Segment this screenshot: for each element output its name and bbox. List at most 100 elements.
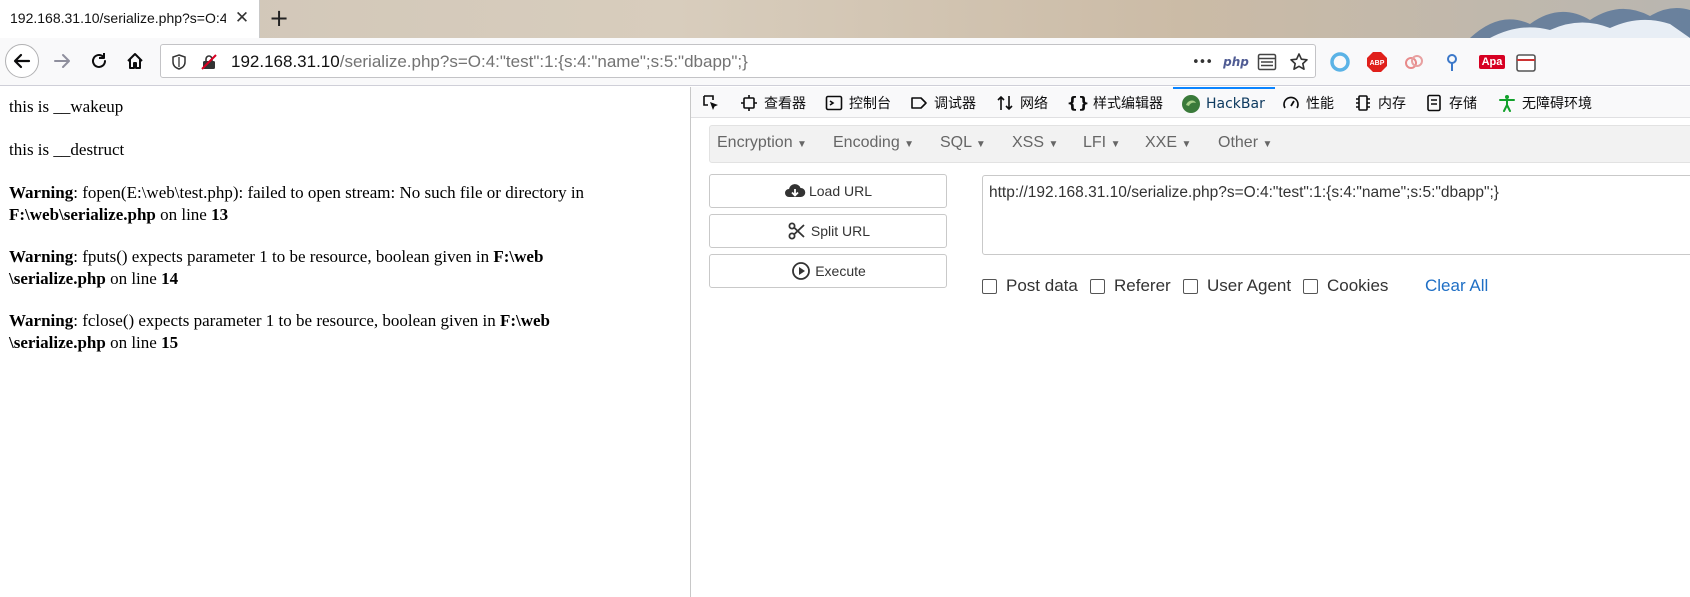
insecure-lock-icon[interactable]: [199, 52, 219, 72]
devtools-tab-label: 控制台: [849, 95, 891, 112]
menu-label: XSS: [1012, 134, 1045, 151]
warning-file-name: \serialize.php: [9, 268, 106, 288]
new-tab-button[interactable]: +: [266, 6, 292, 32]
warning-file: F:\web\serialize.php: [9, 204, 156, 224]
rings-extension-icon[interactable]: [1402, 50, 1426, 74]
caret-down-icon: ▼: [1110, 139, 1121, 150]
theme-wave-decoration: [1470, 8, 1690, 38]
referer-label: Referer: [1114, 276, 1171, 295]
inspector-icon: [739, 93, 759, 113]
back-button[interactable]: [5, 44, 39, 78]
url-host: 192.168.31.10: [231, 52, 340, 71]
arrow-left-icon: [13, 53, 31, 69]
style-editor-icon: {}: [1066, 93, 1090, 112]
arrow-right-icon: [54, 54, 70, 68]
caret-down-icon: ▼: [975, 139, 986, 150]
home-button[interactable]: [118, 44, 152, 78]
hackbar-url-value: http://192.168.31.10/serialize.php?s=O:4…: [989, 184, 1499, 201]
warning-message: : fopen(E:\web\test.php): failed to open…: [73, 183, 585, 202]
devtools-tab-style-editor[interactable]: {} 样式编辑器: [1066, 87, 1163, 118]
cloud-download-icon: [784, 180, 806, 202]
url-text[interactable]: 192.168.31.10/serialize.php?s=O:4:"test"…: [231, 52, 748, 72]
devtools-tab-storage[interactable]: 存储: [1424, 87, 1477, 118]
url-path: /serialize.php?s=O:4:"test":1:{s:4:"name…: [339, 52, 748, 71]
php-icon[interactable]: php: [1223, 52, 1249, 72]
caret-down-icon: ▼: [1048, 139, 1059, 150]
post-data-checkbox[interactable]: Post data: [982, 275, 1078, 297]
browser-tab[interactable]: 192.168.31.10/serialize.php?s=O:4:"test"…: [0, 0, 260, 38]
warning-line-number: 13: [211, 204, 229, 224]
warning-file-dir: F:\web: [493, 247, 544, 266]
post-data-label: Post data: [1006, 276, 1078, 295]
home-icon: [127, 53, 143, 69]
load-url-button[interactable]: Load URL: [709, 174, 947, 208]
devtools-tab-label: 网络: [1020, 95, 1048, 112]
warning-message: : fclose() expects parameter 1 to be res…: [73, 311, 500, 330]
page-content: this is __wakeup this is __destruct Warn…: [0, 87, 690, 597]
devtools-tab-accessibility[interactable]: 无障碍环境: [1497, 87, 1592, 118]
shield-icon[interactable]: [169, 52, 189, 72]
apa-badge-icon[interactable]: Apa: [1475, 50, 1509, 74]
accessibility-icon: [1497, 93, 1517, 113]
bookmark-star-icon[interactable]: [1289, 52, 1309, 72]
circle-extension-icon[interactable]: [1328, 50, 1352, 74]
on-line-text: on line: [155, 204, 212, 224]
caret-down-icon: ▼: [1262, 139, 1273, 150]
reload-button[interactable]: [82, 44, 116, 78]
execute-button[interactable]: Execute: [709, 254, 947, 288]
scissors-icon: [786, 220, 808, 242]
apa-label: Apa: [1478, 55, 1506, 69]
devtools-tab-memory[interactable]: 内存: [1353, 87, 1406, 118]
menu-lfi[interactable]: LFI ▼: [1083, 134, 1120, 152]
devtools-panel: 查看器 控制台 调试器 网络 {} 样式编辑器 HackBar 性能 内存 存储…: [690, 87, 1690, 597]
menu-label: XXE: [1145, 134, 1178, 151]
adblock-plus-icon[interactable]: ABP: [1365, 50, 1389, 74]
devtools-tab-performance[interactable]: 性能: [1281, 87, 1334, 118]
hackbar-url-textarea[interactable]: http://192.168.31.10/serialize.php?s=O:4…: [982, 175, 1690, 255]
warning-line-number: 15: [161, 332, 179, 352]
checkbox-box: [1183, 278, 1198, 294]
referer-checkbox[interactable]: Referer: [1090, 275, 1171, 297]
devtools-tab-label: 样式编辑器: [1093, 95, 1163, 112]
memory-icon: [1353, 93, 1373, 113]
calendar-extension-icon[interactable]: [1514, 50, 1538, 74]
cookies-checkbox[interactable]: Cookies: [1303, 275, 1388, 297]
user-agent-label: User Agent: [1207, 276, 1292, 295]
abp-label: ABP: [1370, 60, 1385, 67]
caret-down-icon: ▼: [1181, 139, 1192, 150]
storage-icon: [1424, 93, 1444, 113]
user-agent-checkbox[interactable]: User Agent: [1183, 275, 1291, 297]
page-actions-icon[interactable]: •••: [1189, 52, 1215, 72]
forward-button[interactable]: [45, 44, 79, 78]
warning-label: Warning: [9, 183, 74, 202]
menu-label: SQL: [940, 134, 972, 151]
warning-message: : fputs() expects parameter 1 to be reso…: [73, 247, 494, 266]
menu-encoding[interactable]: Encoding ▼: [833, 134, 914, 152]
devtools-tab-network[interactable]: 网络: [995, 87, 1048, 118]
element-picker-button[interactable]: [701, 87, 726, 118]
address-bar[interactable]: 192.168.31.10/serialize.php?s=O:4:"test"…: [160, 44, 1316, 78]
devtools-tab-hackbar[interactable]: HackBar: [1173, 87, 1275, 118]
devtools-tab-inspector[interactable]: 查看器: [739, 87, 806, 118]
devtools-tab-debugger[interactable]: 调试器: [909, 87, 976, 118]
warning-label: Warning: [9, 247, 74, 266]
devtools-tab-label: HackBar: [1206, 95, 1265, 112]
menu-other[interactable]: Other ▼: [1218, 134, 1272, 152]
devtools-tab-label: 无障碍环境: [1522, 95, 1592, 112]
split-url-button[interactable]: Split URL: [709, 214, 947, 248]
menu-xxe[interactable]: XXE ▼: [1145, 134, 1191, 152]
warning-line-number: 14: [161, 268, 179, 288]
menu-xss[interactable]: XSS ▼: [1012, 134, 1058, 152]
devtools-tab-console[interactable]: 控制台: [824, 87, 891, 118]
checkbox-box: [1303, 278, 1318, 294]
menu-label: Encoding: [833, 134, 900, 151]
menu-encryption[interactable]: Encryption ▼: [717, 134, 807, 152]
menu-sql[interactable]: SQL ▼: [940, 134, 986, 152]
warning-file-name: \serialize.php: [9, 332, 106, 352]
reader-view-icon[interactable]: [1257, 52, 1277, 72]
clear-all-link[interactable]: Clear All: [1425, 276, 1488, 296]
warning-fclose: Warning: fclose() expects parameter 1 to…: [9, 310, 679, 353]
pin-extension-icon[interactable]: [1440, 50, 1464, 74]
checkbox-box: [982, 278, 997, 294]
close-tab-icon[interactable]: ✕: [232, 8, 252, 28]
